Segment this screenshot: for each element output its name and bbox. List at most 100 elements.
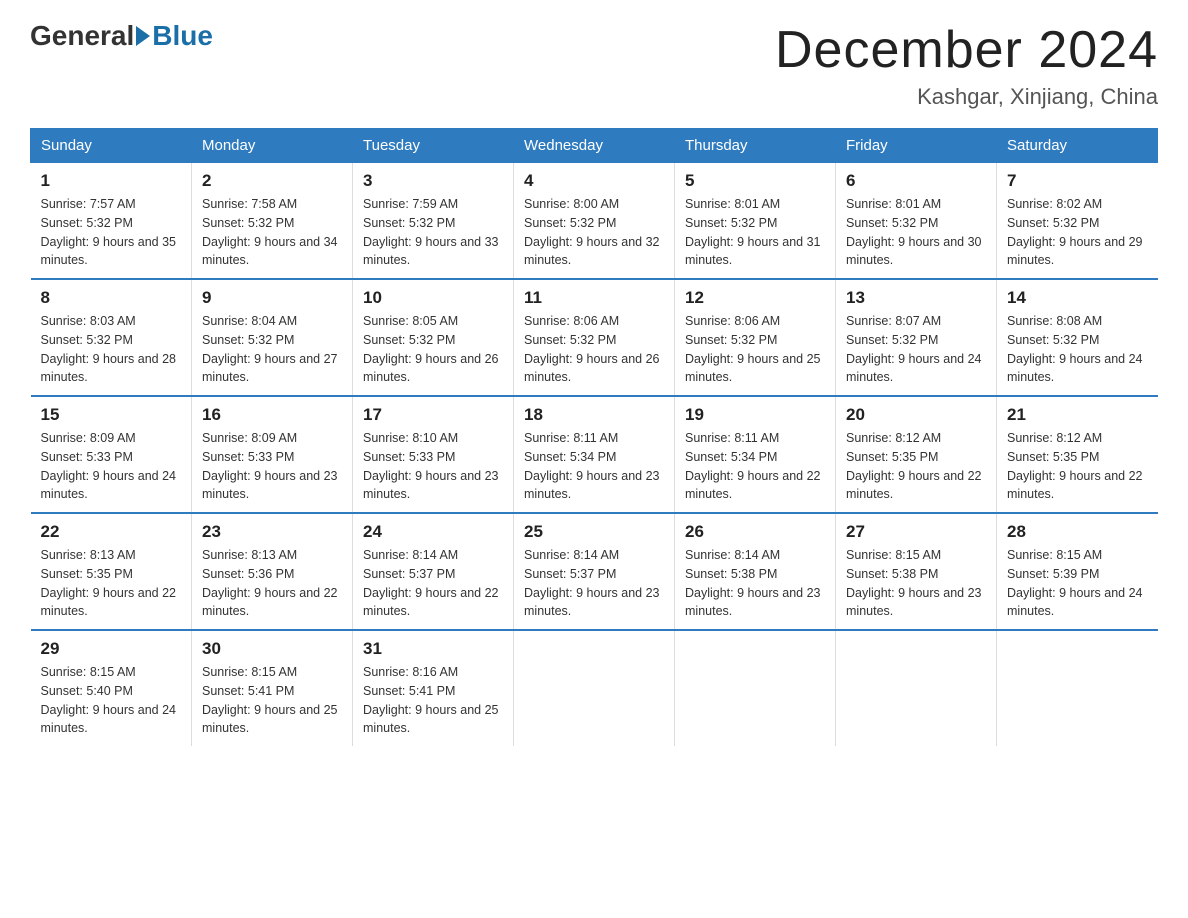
day-info: Sunrise: 8:01 AMSunset: 5:32 PMDaylight:… — [685, 195, 825, 270]
header-wednesday: Wednesday — [514, 129, 675, 163]
calendar-cell: 1 Sunrise: 7:57 AMSunset: 5:32 PMDaylight… — [31, 163, 192, 280]
day-info: Sunrise: 8:15 AMSunset: 5:38 PMDaylight:… — [846, 546, 986, 621]
header-monday: Monday — [192, 129, 353, 163]
calendar-cell: 26 Sunrise: 8:14 AMSunset: 5:38 PMDayligh… — [675, 513, 836, 630]
calendar-cell: 10 Sunrise: 8:05 AMSunset: 5:32 PMDayligh… — [353, 279, 514, 396]
day-info: Sunrise: 8:12 AMSunset: 5:35 PMDaylight:… — [1007, 429, 1148, 504]
location-text: Kashgar, Xinjiang, China — [775, 84, 1158, 110]
calendar-cell: 15Sunrise: 8:09 AMSunset: 5:33 PMDayligh… — [31, 396, 192, 513]
calendar-cell: 4 Sunrise: 8:00 AMSunset: 5:32 PMDaylight… — [514, 163, 675, 280]
day-info: Sunrise: 8:14 AMSunset: 5:38 PMDaylight:… — [685, 546, 825, 621]
day-number: 9 — [202, 288, 342, 308]
calendar-cell: 8 Sunrise: 8:03 AMSunset: 5:32 PMDaylight… — [31, 279, 192, 396]
calendar-cell: 9 Sunrise: 8:04 AMSunset: 5:32 PMDaylight… — [192, 279, 353, 396]
day-info: Sunrise: 8:03 AMSunset: 5:32 PMDaylight:… — [41, 312, 182, 387]
day-info: Sunrise: 8:14 AMSunset: 5:37 PMDaylight:… — [363, 546, 503, 621]
day-number: 22 — [41, 522, 182, 542]
calendar-cell: 25 Sunrise: 8:14 AMSunset: 5:37 PMDayligh… — [514, 513, 675, 630]
day-info: Sunrise: 8:11 AMSunset: 5:34 PMDaylight:… — [685, 429, 825, 504]
day-number: 24 — [363, 522, 503, 542]
day-number: 18 — [524, 405, 664, 425]
day-info: Sunrise: 8:09 AMSunset: 5:33 PMDaylight:… — [202, 429, 342, 504]
day-info: Sunrise: 8:15 AMSunset: 5:39 PMDaylight:… — [1007, 546, 1148, 621]
calendar-cell — [675, 630, 836, 746]
calendar-cell: 5 Sunrise: 8:01 AMSunset: 5:32 PMDaylight… — [675, 163, 836, 280]
calendar-cell: 3Sunrise: 7:59 AMSunset: 5:32 PMDaylight… — [353, 163, 514, 280]
calendar-cell — [836, 630, 997, 746]
calendar-cell: 27 Sunrise: 8:15 AMSunset: 5:38 PMDayligh… — [836, 513, 997, 630]
day-number: 28 — [1007, 522, 1148, 542]
day-number: 25 — [524, 522, 664, 542]
day-number: 20 — [846, 405, 986, 425]
day-info: Sunrise: 8:02 AMSunset: 5:32 PMDaylight:… — [1007, 195, 1148, 270]
calendar-cell: 22 Sunrise: 8:13 AMSunset: 5:35 PMDayligh… — [31, 513, 192, 630]
day-number: 30 — [202, 639, 342, 659]
day-number: 13 — [846, 288, 986, 308]
day-info: Sunrise: 8:05 AMSunset: 5:32 PMDaylight:… — [363, 312, 503, 387]
day-number: 29 — [41, 639, 182, 659]
calendar-cell: 2 Sunrise: 7:58 AMSunset: 5:32 PMDaylight… — [192, 163, 353, 280]
page-header: General Blue December 2024 Kashgar, Xinj… — [30, 20, 1158, 110]
day-info: Sunrise: 8:13 AMSunset: 5:36 PMDaylight:… — [202, 546, 342, 621]
day-number: 23 — [202, 522, 342, 542]
calendar-week-row: 8 Sunrise: 8:03 AMSunset: 5:32 PMDaylight… — [31, 279, 1158, 396]
day-info: Sunrise: 8:06 AMSunset: 5:32 PMDaylight:… — [524, 312, 664, 387]
day-info: Sunrise: 8:14 AMSunset: 5:37 PMDaylight:… — [524, 546, 664, 621]
day-number: 31 — [363, 639, 503, 659]
day-info: Sunrise: 8:15 AMSunset: 5:40 PMDaylight:… — [41, 663, 182, 738]
calendar-cell: 6Sunrise: 8:01 AMSunset: 5:32 PMDaylight… — [836, 163, 997, 280]
day-number: 3 — [363, 171, 503, 191]
day-info: Sunrise: 8:04 AMSunset: 5:32 PMDaylight:… — [202, 312, 342, 387]
day-info: Sunrise: 8:01 AMSunset: 5:32 PMDaylight:… — [846, 195, 986, 270]
calendar-cell: 30 Sunrise: 8:15 AMSunset: 5:41 PMDayligh… — [192, 630, 353, 746]
logo-arrow-icon — [136, 26, 150, 46]
header-tuesday: Tuesday — [353, 129, 514, 163]
day-number: 10 — [363, 288, 503, 308]
day-number: 26 — [685, 522, 825, 542]
day-number: 8 — [41, 288, 182, 308]
calendar-week-row: 15Sunrise: 8:09 AMSunset: 5:33 PMDayligh… — [31, 396, 1158, 513]
day-info: Sunrise: 7:58 AMSunset: 5:32 PMDaylight:… — [202, 195, 342, 270]
calendar-cell — [997, 630, 1158, 746]
day-info: Sunrise: 7:57 AMSunset: 5:32 PMDaylight:… — [41, 195, 182, 270]
calendar-body: 1 Sunrise: 7:57 AMSunset: 5:32 PMDaylight… — [31, 163, 1158, 747]
day-info: Sunrise: 8:12 AMSunset: 5:35 PMDaylight:… — [846, 429, 986, 504]
day-number: 17 — [363, 405, 503, 425]
calendar-cell: 11Sunrise: 8:06 AMSunset: 5:32 PMDayligh… — [514, 279, 675, 396]
day-info: Sunrise: 8:06 AMSunset: 5:32 PMDaylight:… — [685, 312, 825, 387]
calendar-header: Sunday Monday Tuesday Wednesday Thursday… — [31, 129, 1158, 163]
day-number: 21 — [1007, 405, 1148, 425]
day-info: Sunrise: 8:10 AMSunset: 5:33 PMDaylight:… — [363, 429, 503, 504]
calendar-cell: 13Sunrise: 8:07 AMSunset: 5:32 PMDayligh… — [836, 279, 997, 396]
day-info: Sunrise: 8:08 AMSunset: 5:32 PMDaylight:… — [1007, 312, 1148, 387]
day-number: 1 — [41, 171, 182, 191]
day-number: 16 — [202, 405, 342, 425]
calendar-cell: 29 Sunrise: 8:15 AMSunset: 5:40 PMDayligh… — [31, 630, 192, 746]
calendar-table: Sunday Monday Tuesday Wednesday Thursday… — [30, 128, 1158, 746]
calendar-cell: 23 Sunrise: 8:13 AMSunset: 5:36 PMDayligh… — [192, 513, 353, 630]
month-title: December 2024 — [775, 20, 1158, 80]
day-number: 5 — [685, 171, 825, 191]
day-number: 4 — [524, 171, 664, 191]
calendar-cell: 12Sunrise: 8:06 AMSunset: 5:32 PMDayligh… — [675, 279, 836, 396]
calendar-cell: 28 Sunrise: 8:15 AMSunset: 5:39 PMDayligh… — [997, 513, 1158, 630]
day-number: 19 — [685, 405, 825, 425]
header-thursday: Thursday — [675, 129, 836, 163]
day-info: Sunrise: 8:13 AMSunset: 5:35 PMDaylight:… — [41, 546, 182, 621]
day-info: Sunrise: 8:09 AMSunset: 5:33 PMDaylight:… — [41, 429, 182, 504]
day-number: 27 — [846, 522, 986, 542]
weekday-header-row: Sunday Monday Tuesday Wednesday Thursday… — [31, 129, 1158, 163]
calendar-cell: 24 Sunrise: 8:14 AMSunset: 5:37 PMDayligh… — [353, 513, 514, 630]
day-info: Sunrise: 8:16 AMSunset: 5:41 PMDaylight:… — [363, 663, 503, 738]
calendar-cell: 20 Sunrise: 8:12 AMSunset: 5:35 PMDayligh… — [836, 396, 997, 513]
calendar-cell: 21 Sunrise: 8:12 AMSunset: 5:35 PMDayligh… — [997, 396, 1158, 513]
logo-general-text: General — [30, 20, 134, 52]
header-saturday: Saturday — [997, 129, 1158, 163]
header-friday: Friday — [836, 129, 997, 163]
day-info: Sunrise: 8:00 AMSunset: 5:32 PMDaylight:… — [524, 195, 664, 270]
day-info: Sunrise: 8:15 AMSunset: 5:41 PMDaylight:… — [202, 663, 342, 738]
day-number: 2 — [202, 171, 342, 191]
header-sunday: Sunday — [31, 129, 192, 163]
calendar-cell: 31 Sunrise: 8:16 AMSunset: 5:41 PMDayligh… — [353, 630, 514, 746]
logo: General Blue — [30, 20, 213, 52]
